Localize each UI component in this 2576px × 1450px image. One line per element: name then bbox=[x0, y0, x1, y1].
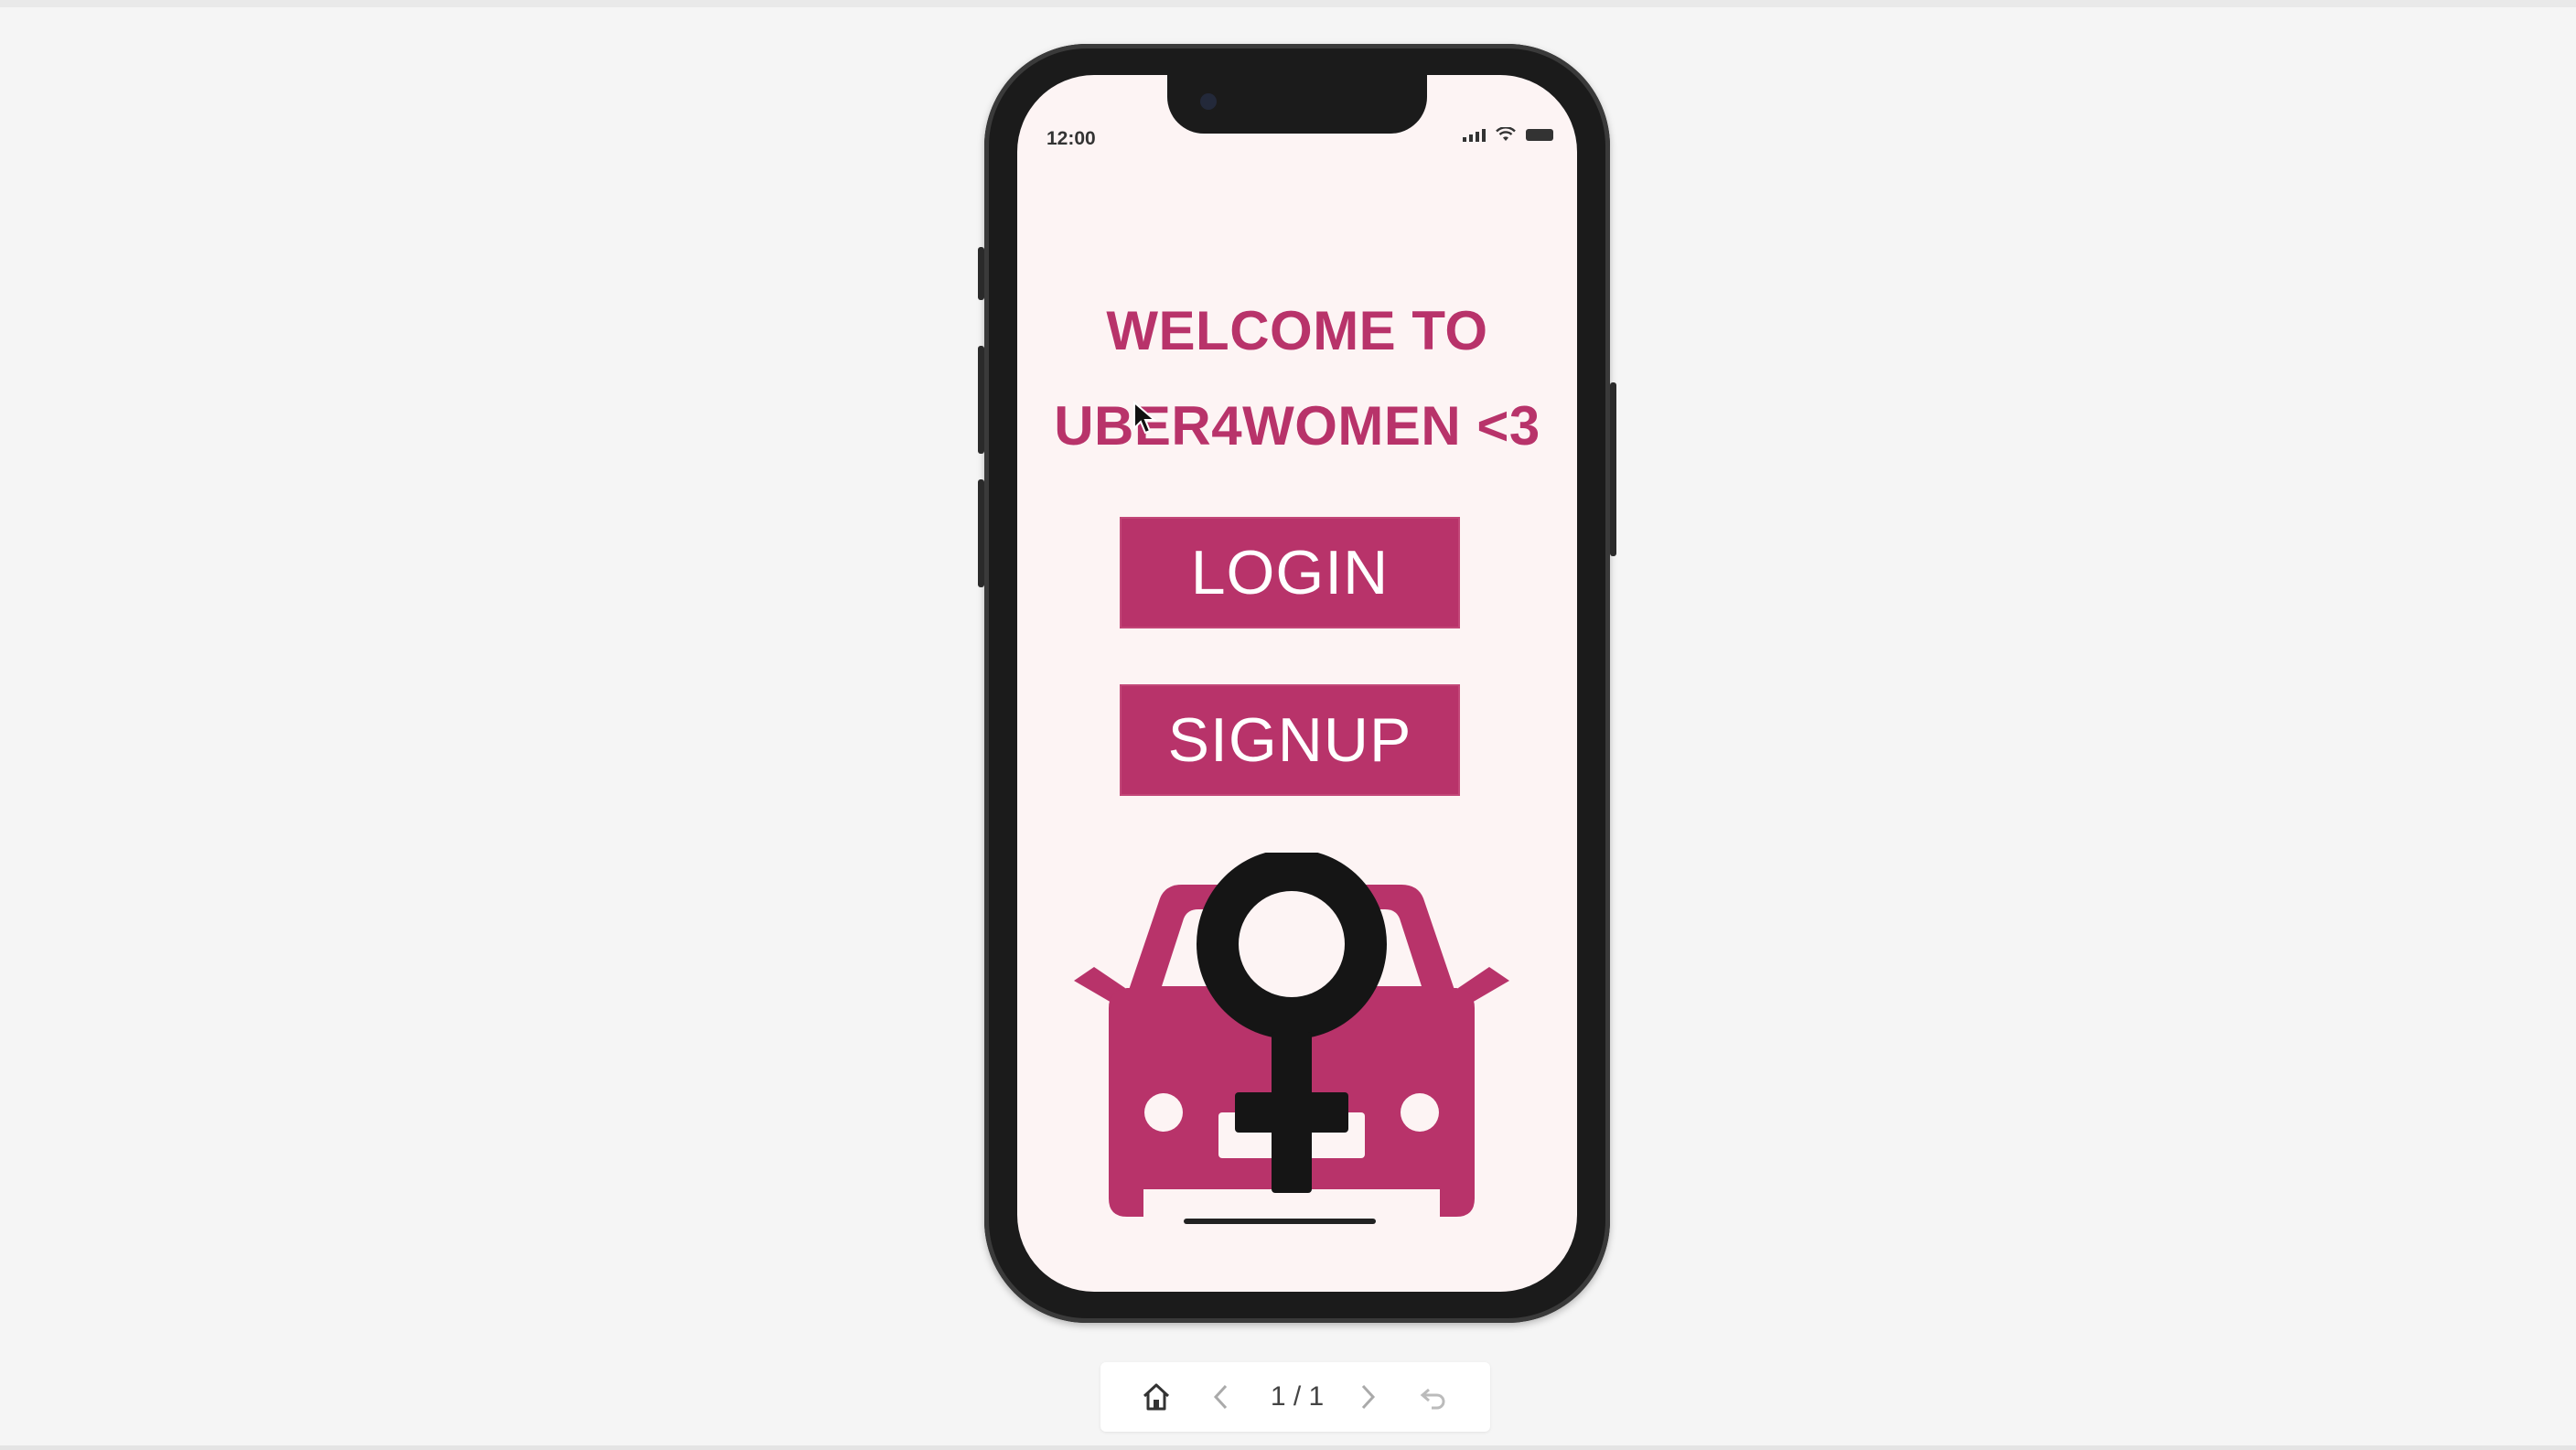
home-indicator bbox=[1184, 1219, 1376, 1224]
wifi-icon bbox=[1496, 127, 1516, 141]
page-indicator: 1 / 1 bbox=[1270, 1381, 1325, 1412]
previous-page-button[interactable] bbox=[1203, 1362, 1240, 1432]
welcome-line-2: UBER4WOMEN <3 bbox=[1054, 395, 1540, 456]
restart-icon bbox=[1420, 1388, 1445, 1410]
chevron-right-icon bbox=[1361, 1384, 1376, 1410]
welcome-line-1: WELCOME TO bbox=[1106, 300, 1488, 361]
volume-down-button bbox=[978, 479, 984, 587]
power-button bbox=[1610, 382, 1616, 556]
chevron-left-icon bbox=[1213, 1384, 1228, 1410]
mouse-cursor-icon bbox=[1133, 401, 1157, 435]
signup-button[interactable]: SIGNUP bbox=[1120, 684, 1460, 796]
home-button[interactable] bbox=[1133, 1362, 1179, 1432]
camera-icon bbox=[1200, 93, 1217, 110]
mute-switch bbox=[978, 247, 984, 300]
battery-icon bbox=[1526, 128, 1553, 141]
login-button[interactable]: LOGIN bbox=[1120, 517, 1460, 628]
car-female-symbol-icon bbox=[1074, 853, 1509, 1219]
signal-icon bbox=[1463, 127, 1486, 142]
notch bbox=[1167, 75, 1427, 134]
top-border bbox=[0, 0, 2576, 7]
next-page-button[interactable] bbox=[1349, 1362, 1386, 1432]
status-icons bbox=[1463, 127, 1553, 142]
phone-frame: 12:00 WELCOME TO UBER4WOMEN <3 LOGIN SIG… bbox=[978, 44, 1616, 1323]
bottom-border bbox=[0, 1445, 2576, 1450]
volume-up-button bbox=[978, 346, 984, 454]
status-time: 12:00 bbox=[1046, 128, 1096, 149]
welcome-heading: WELCOME TO UBER4WOMEN <3 bbox=[1017, 284, 1577, 474]
app-screen: 12:00 WELCOME TO UBER4WOMEN <3 LOGIN SIG… bbox=[1017, 75, 1577, 1292]
restart-button[interactable] bbox=[1411, 1362, 1457, 1432]
prototype-toolbar: 1 / 1 bbox=[1100, 1362, 1490, 1432]
home-icon bbox=[1143, 1383, 1170, 1411]
